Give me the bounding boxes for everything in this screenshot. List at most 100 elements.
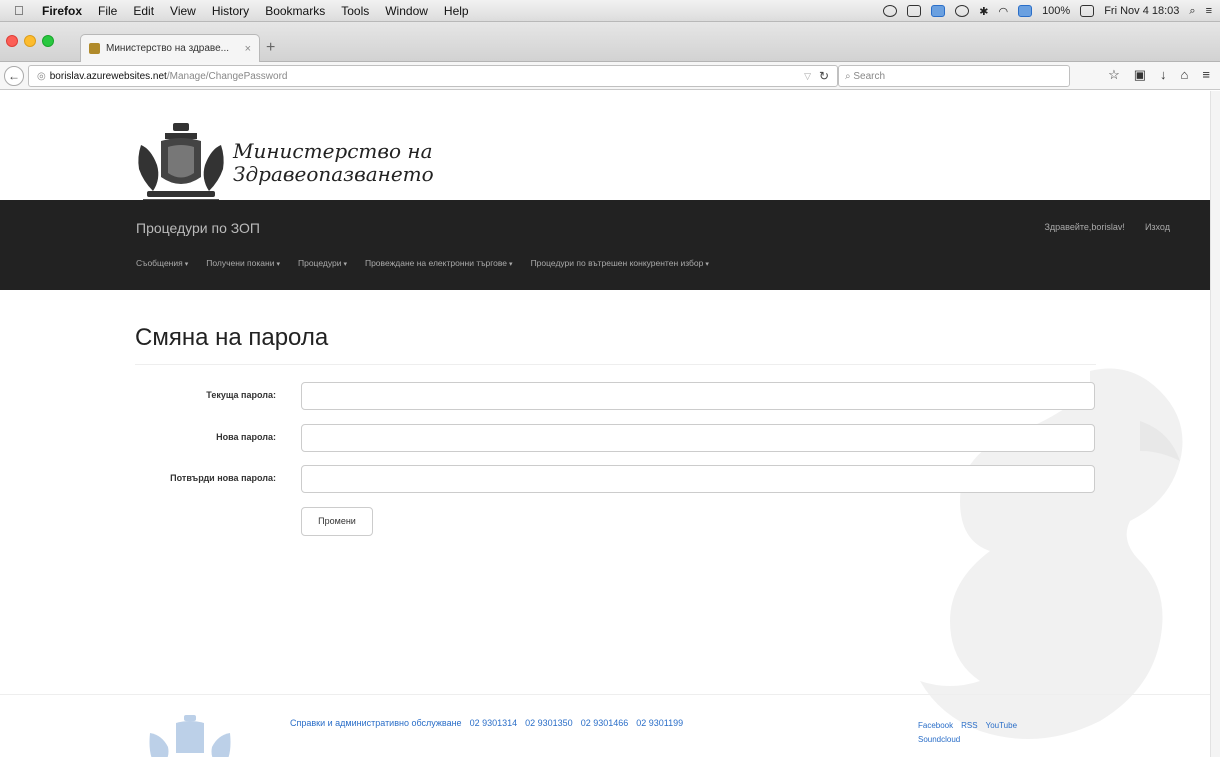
page-title: Смяна на парола	[135, 324, 329, 351]
menu-app-firefox[interactable]: Firefox	[42, 4, 82, 18]
library-icon[interactable]: ▣	[1134, 67, 1146, 83]
favicon-icon	[89, 43, 100, 54]
site-info-icon[interactable]: ◎	[37, 71, 46, 82]
menu-internal-selection-label: Процедури по вътрешен конкурентен избор	[530, 258, 704, 268]
tab-title: Министерство на здраве...	[106, 43, 230, 54]
brand-line-2: Здравеопазването	[233, 162, 434, 186]
menu-edit[interactable]: Edit	[133, 4, 154, 18]
menu-help[interactable]: Help	[444, 4, 469, 18]
new-password-input[interactable]	[301, 424, 1095, 452]
menu-procedures-label: Процедури	[297, 258, 342, 268]
battery-icon[interactable]	[1080, 5, 1095, 17]
menu-window[interactable]: Window	[385, 4, 428, 18]
window-controls	[6, 35, 54, 47]
menu-bookmarks[interactable]: Bookmarks	[265, 4, 325, 18]
caret-down-icon: ▾	[509, 261, 513, 268]
logout-link[interactable]: Изход	[1145, 222, 1170, 232]
navbar-brand-link[interactable]: Процедури по ЗОП	[136, 220, 260, 236]
coat-of-arms-icon	[138, 123, 224, 203]
url-dropdown-icon[interactable]: ▽	[804, 71, 811, 82]
main-menu: Съобщения ▾ Получени покани ▾ Процедури ▾ П…	[136, 258, 709, 268]
phone-link[interactable]: 02 9301314	[470, 718, 518, 728]
menu-messages-label: Съобщения	[136, 258, 183, 268]
footer-coat-of-arms-icon	[149, 715, 231, 757]
sync-icon[interactable]	[955, 5, 970, 17]
caret-down-icon: ▾	[343, 261, 347, 268]
caret-down-icon: ▾	[276, 261, 280, 268]
phone-link[interactable]: 02 9301350	[525, 718, 573, 728]
battery-percent[interactable]: 100%	[1042, 5, 1070, 17]
title-divider	[135, 364, 1096, 365]
current-password-row: Текуща парола:	[135, 382, 1095, 412]
youtube-link[interactable]: YouTube	[986, 721, 1017, 730]
dropbox-icon[interactable]	[907, 5, 922, 17]
menu-procedures[interactable]: Процедури ▾	[298, 258, 347, 268]
new-password-label: Нова парола:	[216, 432, 276, 442]
caret-down-icon: ▾	[705, 261, 709, 268]
current-password-input[interactable]	[301, 382, 1095, 410]
scrollbar[interactable]	[1210, 91, 1220, 757]
spotlight-icon[interactable]: ⌕	[1189, 5, 1195, 18]
new-password-row: Нова парола:	[135, 424, 1095, 454]
confirm-password-input[interactable]	[301, 465, 1095, 493]
back-button[interactable]: ←	[4, 66, 24, 86]
toolbar-icons: ☆ ▣ ↓ ⌂ ≡	[1108, 67, 1210, 83]
phone-link[interactable]: 02 9301199	[636, 718, 683, 728]
site-navbar: Процедури по ЗОП Здравейте,borislav! Изх…	[0, 200, 1210, 290]
rss-link[interactable]: RSS	[961, 721, 977, 730]
address-bar[interactable]: ◎ borislav.azurewebsites.net /Manage/Cha…	[28, 65, 838, 87]
notification-center-icon[interactable]: ≡	[1206, 5, 1212, 17]
menu-file[interactable]: File	[98, 4, 117, 18]
apple-icon[interactable]: 	[14, 3, 30, 18]
browser-tab-bar: Министерство на здраве... × +	[0, 22, 1220, 62]
facebook-link[interactable]: Facebook	[918, 721, 953, 730]
macos-menu-bar:  Firefox File Edit View History Bookmar…	[0, 0, 1220, 22]
change-password-button[interactable]: Промени	[301, 507, 373, 536]
menu-messages[interactable]: Съобщения ▾	[136, 258, 188, 268]
url-path: /Manage/ChangePassword	[166, 70, 288, 82]
web-page: Министерство на Здравеопазването Процеду…	[0, 91, 1210, 757]
search-placeholder: Search	[853, 70, 886, 82]
site-footer: Справки и административно обслужване 02 …	[0, 694, 1210, 757]
search-icon: ⌕	[845, 70, 854, 82]
browser-tab[interactable]: Министерство на здраве... ×	[80, 34, 260, 62]
tab-close-icon[interactable]: ×	[245, 43, 251, 55]
bookmark-star-icon[interactable]: ☆	[1108, 67, 1120, 83]
downloads-icon[interactable]: ↓	[1160, 67, 1167, 83]
close-window-button[interactable]	[6, 35, 18, 47]
menu-history[interactable]: History	[212, 4, 249, 18]
zoom-window-button[interactable]	[42, 35, 54, 47]
greeting-link[interactable]: Здравейте,borislav!	[1044, 222, 1124, 232]
search-input[interactable]: ⌕ Search	[838, 65, 1070, 87]
footer-contacts: Справки и административно обслужване 02 …	[290, 718, 683, 728]
user-nav: Здравейте,borislav! Изход	[1044, 222, 1170, 232]
clock[interactable]: Fri Nov 4 18:03	[1104, 5, 1179, 17]
menu-internal-selection[interactable]: Процедури по вътрешен конкурентен избор ▾	[531, 258, 709, 268]
phone-link[interactable]: 02 9301466	[581, 718, 629, 728]
home-icon[interactable]: ⌂	[1181, 67, 1189, 83]
brand-line-1: Министерство на	[233, 139, 433, 163]
menu-received-invitations[interactable]: Получени покани ▾	[206, 258, 280, 268]
reload-icon[interactable]: ↻	[819, 69, 829, 83]
menu-tools[interactable]: Tools	[341, 4, 369, 18]
menu-e-auctions[interactable]: Провеждане на електронни търгове ▾	[365, 258, 513, 268]
hamburger-menu-icon[interactable]: ≡	[1202, 67, 1210, 83]
browser-toolbar: ← ◎ borislav.azurewebsites.net /Manage/C…	[0, 62, 1220, 90]
new-tab-button[interactable]: +	[266, 39, 275, 57]
menu-view[interactable]: View	[170, 4, 196, 18]
current-password-label: Текуща парола:	[206, 390, 276, 400]
menu-e-auctions-label: Провеждане на електронни търгове	[364, 258, 508, 268]
footer-social-links: Facebook RSS YouTube Soundcloud	[918, 719, 1038, 747]
wifi-icon[interactable]: ◠	[998, 5, 1008, 18]
menu-received-invitations-label: Получени покани	[206, 258, 275, 268]
ministry-brand[interactable]: Министерство на Здравеопазването	[135, 121, 434, 205]
bluetooth-icon[interactable]: ✱	[979, 5, 988, 18]
contact-label-link[interactable]: Справки и административно обслужване	[290, 718, 462, 728]
flag-icon[interactable]	[1018, 5, 1033, 17]
soundcloud-link[interactable]: Soundcloud	[918, 735, 960, 744]
minimize-window-button[interactable]	[24, 35, 36, 47]
app-tray-icon[interactable]	[931, 5, 946, 17]
caret-down-icon: ▾	[184, 261, 189, 268]
status-icon[interactable]	[883, 5, 898, 17]
menubar-tray: ✱ ◠ 100% Fri Nov 4 18:03 ⌕ ≡	[883, 0, 1212, 22]
